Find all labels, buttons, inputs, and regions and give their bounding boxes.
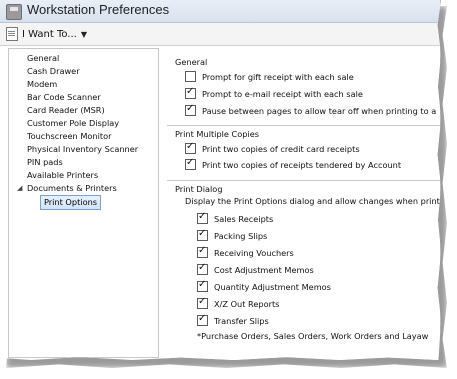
- checkbox-prompt-gift-receipt[interactable]: [185, 71, 196, 82]
- nav-item-general[interactable]: General: [27, 52, 59, 65]
- option-prompt-gift-receipt[interactable]: Prompt for gift receipt with each sale: [185, 71, 354, 82]
- option-cost-adjustment-memos[interactable]: Cost Adjustment Memos: [197, 262, 314, 275]
- label-pause-between-pages: Pause between pages to allow tear off wh…: [202, 105, 437, 116]
- nav-item-pin-pads[interactable]: PIN pads: [27, 156, 63, 169]
- option-packing-slips[interactable]: Packing Slips: [197, 228, 268, 241]
- checkbox-account-copies[interactable]: [185, 157, 196, 170]
- nav-item-print-options[interactable]: Print Options: [40, 195, 102, 210]
- option-sales-receipts[interactable]: Sales Receipts: [197, 211, 274, 224]
- nav-item-customer-pole-display[interactable]: Customer Pole Display: [27, 117, 119, 130]
- group-title-multiple-copies: Print Multiple Copies: [175, 129, 260, 139]
- group-title-print-dialog: Print Dialog: [175, 184, 223, 194]
- checkbox-transfer-slips[interactable]: [197, 313, 208, 326]
- chevron-down-icon: ▼: [80, 29, 87, 39]
- label-quantity-adjustment-memos: Quantity Adjustment Memos: [214, 281, 331, 292]
- checkbox-pause-between-pages[interactable]: [185, 103, 196, 116]
- nav-item-card-reader[interactable]: Card Reader (MSR): [27, 104, 105, 117]
- option-prompt-email-receipt[interactable]: Prompt to e-mail receipt with each sale: [185, 86, 363, 99]
- print-dialog-group: Print Dialog Display the Print Options d…: [167, 180, 440, 360]
- i-want-to-menu[interactable]: I Want To... ▼: [6, 26, 87, 42]
- title-bar[interactable]: Workstation Preferences: [0, 0, 440, 23]
- option-account-copies[interactable]: Print two copies of receipts tendered by…: [185, 157, 402, 170]
- i-want-to-label: I Want To...: [22, 28, 77, 40]
- print-dialog-footnote: *Purchase Orders, Sales Orders, Work Ord…: [197, 331, 429, 341]
- preferences-nav-tree: General Cash Drawer Modem Bar Code Scann…: [8, 48, 159, 358]
- expand-collapse-icon[interactable]: ◢: [17, 182, 27, 195]
- app-icon: [6, 4, 22, 20]
- checkbox-credit-card-copies[interactable]: [185, 141, 196, 154]
- option-receiving-vouchers[interactable]: Receiving Vouchers: [197, 245, 294, 258]
- label-prompt-gift-receipt: Prompt for gift receipt with each sale: [202, 71, 354, 82]
- label-prompt-email-receipt: Prompt to e-mail receipt with each sale: [202, 88, 363, 99]
- document-icon: [6, 27, 18, 41]
- nav-item-cash-drawer[interactable]: Cash Drawer: [27, 65, 80, 78]
- label-sales-receipts: Sales Receipts: [214, 213, 274, 224]
- nav-item-available-printers[interactable]: Available Printers: [27, 169, 98, 182]
- checkbox-packing-slips[interactable]: [197, 228, 208, 241]
- option-xz-out-reports[interactable]: X/Z Out Reports: [197, 296, 280, 309]
- preferences-window: Workstation Preferences I Want To... ▼ G…: [0, 0, 441, 360]
- toolbar: I Want To... ▼: [0, 23, 440, 46]
- nav-item-bar-code-scanner[interactable]: Bar Code Scanner: [27, 91, 101, 104]
- checkbox-quantity-adjustment-memos[interactable]: [197, 279, 208, 292]
- print-options-panel: General Prompt for gift receipt with eac…: [165, 48, 440, 360]
- label-account-copies: Print two copies of receipts tendered by…: [202, 159, 402, 170]
- nav-item-physical-inventory-scanner[interactable]: Physical Inventory Scanner: [27, 143, 138, 156]
- label-xz-out-reports: X/Z Out Reports: [214, 298, 280, 309]
- label-transfer-slips: Transfer Slips: [214, 315, 269, 326]
- nav-item-modem[interactable]: Modem: [27, 78, 57, 91]
- checkbox-receiving-vouchers[interactable]: [197, 245, 208, 258]
- group-title-general: General: [175, 57, 208, 67]
- label-cost-adjustment-memos: Cost Adjustment Memos: [214, 264, 314, 275]
- nav-item-touchscreen-monitor[interactable]: Touchscreen Monitor: [27, 130, 111, 143]
- window-title: Workstation Preferences: [27, 2, 170, 17]
- checkbox-sales-receipts[interactable]: [197, 211, 208, 224]
- checkbox-prompt-email-receipt[interactable]: [185, 86, 196, 99]
- checkbox-xz-out-reports[interactable]: [197, 296, 208, 309]
- checkbox-cost-adjustment-memos[interactable]: [197, 262, 208, 275]
- option-credit-card-copies[interactable]: Print two copies of credit card receipts: [185, 141, 360, 154]
- general-group: General Prompt for gift receipt with eac…: [167, 53, 440, 123]
- option-transfer-slips[interactable]: Transfer Slips: [197, 313, 269, 326]
- nav-item-documents-printers[interactable]: Documents & Printers: [27, 182, 117, 195]
- label-credit-card-copies: Print two copies of credit card receipts: [202, 143, 360, 154]
- label-receiving-vouchers: Receiving Vouchers: [214, 247, 294, 258]
- option-quantity-adjustment-memos[interactable]: Quantity Adjustment Memos: [197, 279, 331, 292]
- print-dialog-description: Display the Print Options dialog and all…: [185, 196, 440, 206]
- print-multiple-copies-group: Print Multiple Copies Print two copies o…: [167, 125, 440, 178]
- label-packing-slips: Packing Slips: [214, 230, 268, 241]
- option-pause-between-pages[interactable]: Pause between pages to allow tear off wh…: [185, 103, 437, 116]
